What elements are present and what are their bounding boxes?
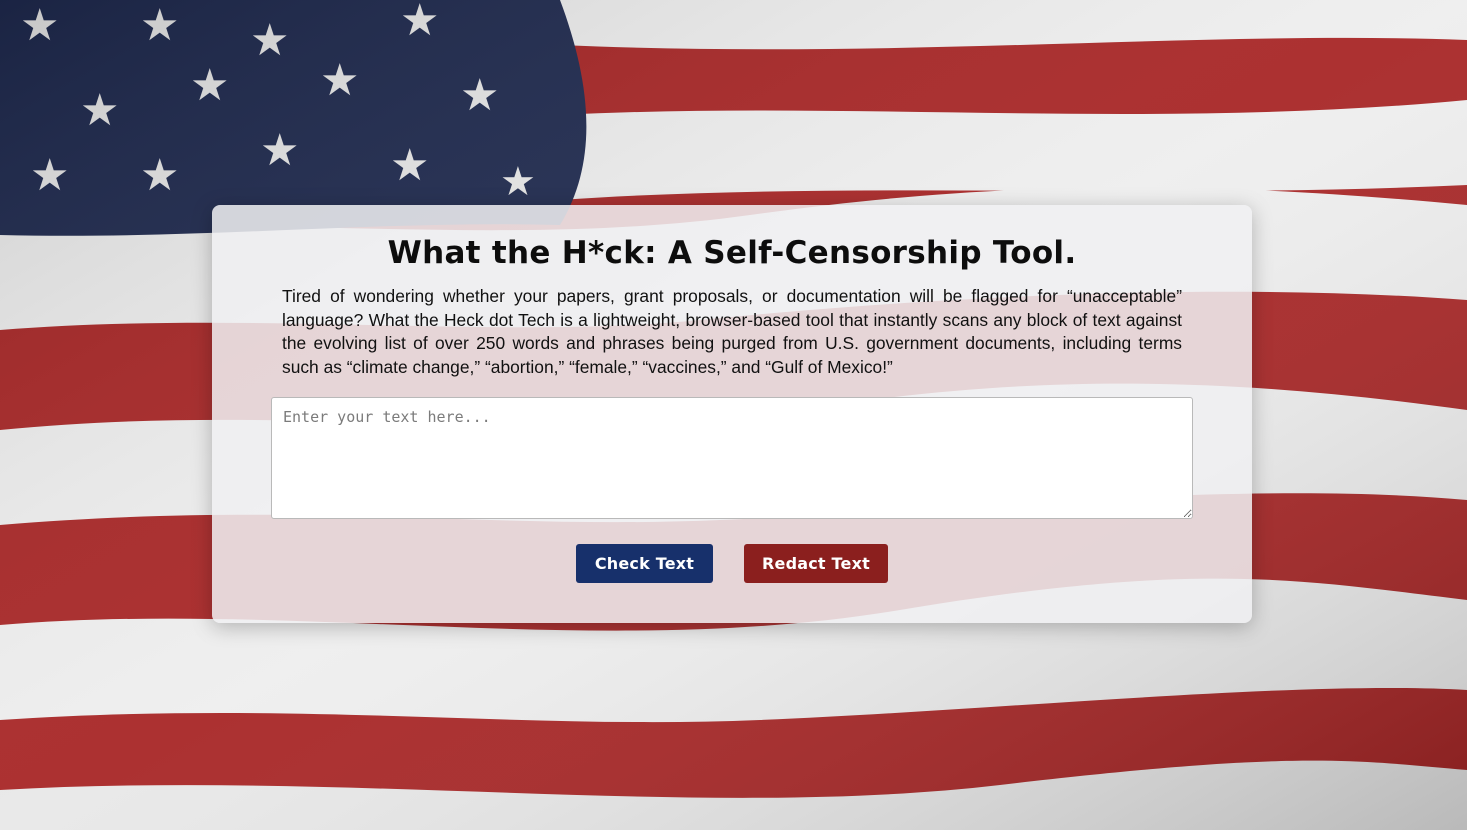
text-input[interactable] bbox=[271, 397, 1193, 519]
censorship-tool-card: What the H*ck: A Self-Censorship Tool. T… bbox=[212, 205, 1252, 623]
page-title: What the H*ck: A Self-Censorship Tool. bbox=[387, 235, 1077, 271]
intro-paragraph: Tired of wondering whether your papers, … bbox=[282, 286, 1182, 377]
check-text-button[interactable]: Check Text bbox=[576, 544, 713, 583]
redact-text-button[interactable]: Redact Text bbox=[744, 544, 888, 583]
